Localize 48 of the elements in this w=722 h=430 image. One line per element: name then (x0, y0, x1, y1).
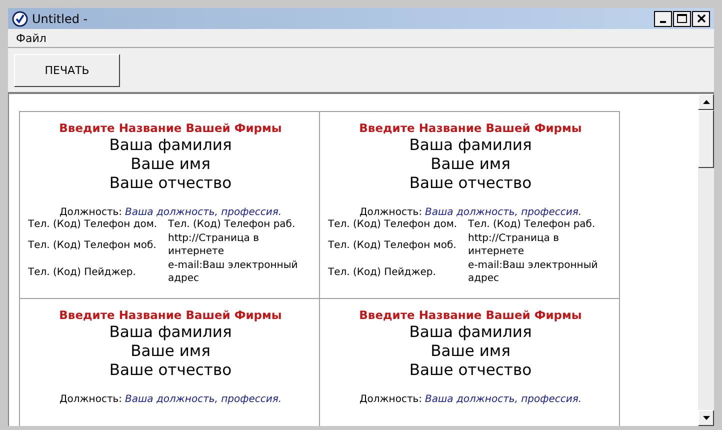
first-name: Ваше имя (430, 342, 510, 361)
position-value: Ваша должность, профессия. (425, 207, 582, 218)
first-name: Ваше имя (430, 155, 510, 174)
close-icon (696, 14, 706, 23)
contact-text: Тел. (Код) Телефон моб. (28, 238, 158, 252)
patronymic: Ваше отчество (109, 361, 232, 380)
position-label: Должность: (359, 207, 422, 218)
surname: Ваша фамилия (409, 136, 532, 155)
scroll-down-icon[interactable] (698, 410, 714, 426)
contact-text: Тел. (Код) Пейджер. (328, 266, 437, 278)
menu-item[interactable]: Файл (16, 32, 46, 44)
checkmark-icon (12, 10, 28, 26)
contact-text: Тел. (Код) Телефон моб. (328, 238, 458, 252)
scroll-thumb[interactable] (698, 110, 714, 168)
patronymic: Ваше отчество (409, 174, 532, 193)
contact-text: e-mail:Ваш электронный адрес (468, 259, 599, 285)
position-value: Ваша должность, профессия. (125, 207, 282, 218)
contact-text: Тел. (Код) Телефон раб. (168, 218, 296, 231)
first-name: Ваше имя (130, 342, 210, 361)
company-name: Введите Название Вашей Фирмы (359, 308, 582, 323)
print-button[interactable]: ПЕЧАТЬ (14, 54, 120, 86)
patronymic: Ваше отчество (409, 361, 532, 380)
patronymic: Ваше отчество (109, 174, 232, 193)
minimize-icon (660, 21, 666, 23)
contact-text: Тел. (Код) Телефон дом. (28, 218, 158, 231)
contact-text: Тел. (Код) Пейджер. (28, 266, 137, 278)
position-label: Должность: (359, 394, 422, 405)
surname: Ваша фамилия (109, 323, 232, 342)
surname: Ваша фамилия (109, 136, 232, 155)
contact-text: Тел. (Код) Телефон дом. (328, 218, 458, 231)
company-name: Введите Название Вашей Фирмы (59, 308, 282, 323)
window-title: Untitled - (32, 12, 88, 26)
position-value: Ваша должность, профессия. (425, 394, 582, 405)
vertical-scrollbar[interactable] (698, 94, 714, 426)
position-value: Ваша должность, профессия. (125, 394, 282, 405)
company-name: Введите Название Вашей Фирмы (59, 121, 282, 136)
contact-text: e-mail:Ваш электронный адрес (168, 259, 299, 285)
surname: Ваша фамилия (409, 323, 532, 342)
first-name: Ваше имя (130, 155, 210, 174)
contact-text: Тел. (Код) Телефон раб. (468, 218, 596, 231)
company-name: Введите Название Вашей Фирмы (359, 121, 582, 136)
scroll-up-icon[interactable] (698, 94, 714, 110)
close-button[interactable] (692, 10, 710, 26)
maximize-icon (677, 14, 687, 23)
position-label: Должность: (59, 394, 122, 405)
minimize-button[interactable] (654, 10, 672, 26)
position-label: Должность: (59, 207, 122, 218)
maximize-button[interactable] (673, 10, 691, 26)
